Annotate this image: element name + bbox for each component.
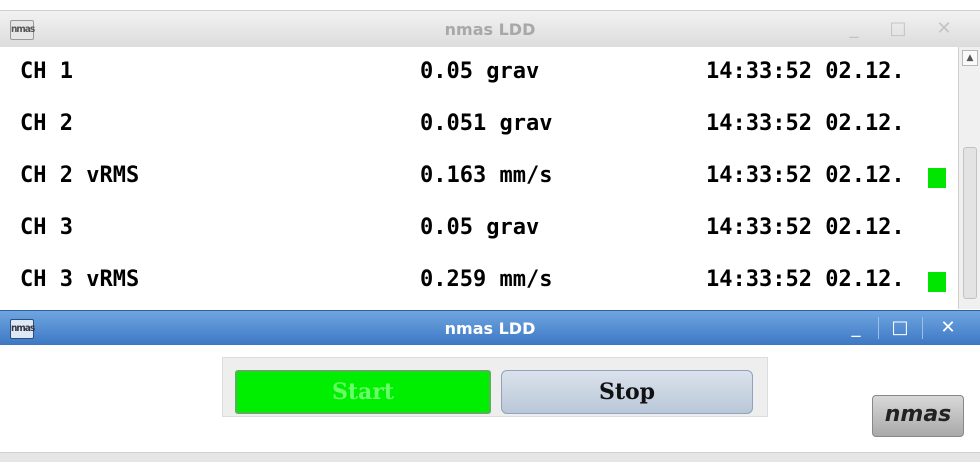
channel-timestamp: 14:33:52 02.12. [706,163,905,188]
vertical-scrollbar[interactable]: ▲ [958,47,980,309]
nmas-logo: nmas [872,395,964,437]
titlebar-separator [878,317,879,339]
channel-name: CH 2 [20,111,73,136]
channel-timestamp: 14:33:52 02.12. [706,215,905,240]
channel-row[interactable]: CH 2 vRMS 0.163 mm/s 14:33:52 02.12. [0,151,958,203]
channel-name: CH 3 vRMS [20,267,140,292]
button-group: Start Stop [222,357,768,417]
control-panel: Start Stop nmas [0,345,980,452]
close-button[interactable]: ✕ [930,311,966,345]
status-indicator [928,272,946,292]
channel-timestamp: 14:33:52 02.12. [706,59,905,84]
channel-name: CH 1 [20,59,73,84]
window-title: nmas LDD [444,20,536,39]
channel-value: 0.163 mm/s [420,163,553,188]
window-title: nmas LDD [444,319,536,338]
maximize-button[interactable]: □ [882,311,918,345]
stop-button[interactable]: Stop [501,370,753,414]
channel-value: 0.259 mm/s [420,267,553,292]
channel-name: CH 2 vRMS [20,163,140,188]
channel-value: 0.05 grav [420,215,540,240]
channel-name: CH 3 [20,215,73,240]
channel-row[interactable]: CH 1 0.05 grav 14:33:52 02.12. [0,47,958,99]
channel-row[interactable]: CH 2 0.051 grav 14:33:52 02.12. [0,99,958,151]
channel-timestamp: 14:33:52 02.12. [706,111,905,136]
maximize-button[interactable]: □ [880,11,916,47]
control-window-titlebar[interactable]: nmas nmas LDD _ □ ✕ [0,310,980,345]
titlebar-separator [922,317,923,339]
measurement-window: nmas nmas LDD _ □ ✕ CH 1 0.05 grav 14:33… [0,0,980,310]
status-indicator [928,168,946,188]
minimize-button[interactable]: _ [836,11,872,47]
start-button[interactable]: Start [235,370,491,414]
channel-row[interactable]: CH 3 vRMS 0.259 mm/s 14:33:52 02.12. [0,255,958,307]
channel-timestamp: 14:33:52 02.12. [706,267,905,292]
channel-list: CH 1 0.05 grav 14:33:52 02.12. CH 2 0.05… [0,47,958,309]
channel-value: 0.05 grav [420,59,540,84]
channel-row[interactable]: CH 3 0.05 grav 14:33:52 02.12. [0,203,958,255]
channel-value: 0.051 grav [420,111,553,136]
minimize-button[interactable]: _ [838,311,874,345]
scroll-up-icon[interactable]: ▲ [962,50,978,66]
scrollbar-thumb[interactable] [963,147,977,299]
close-button[interactable]: ✕ [926,11,962,47]
measurement-window-titlebar[interactable]: nmas nmas LDD _ □ ✕ [0,10,980,48]
